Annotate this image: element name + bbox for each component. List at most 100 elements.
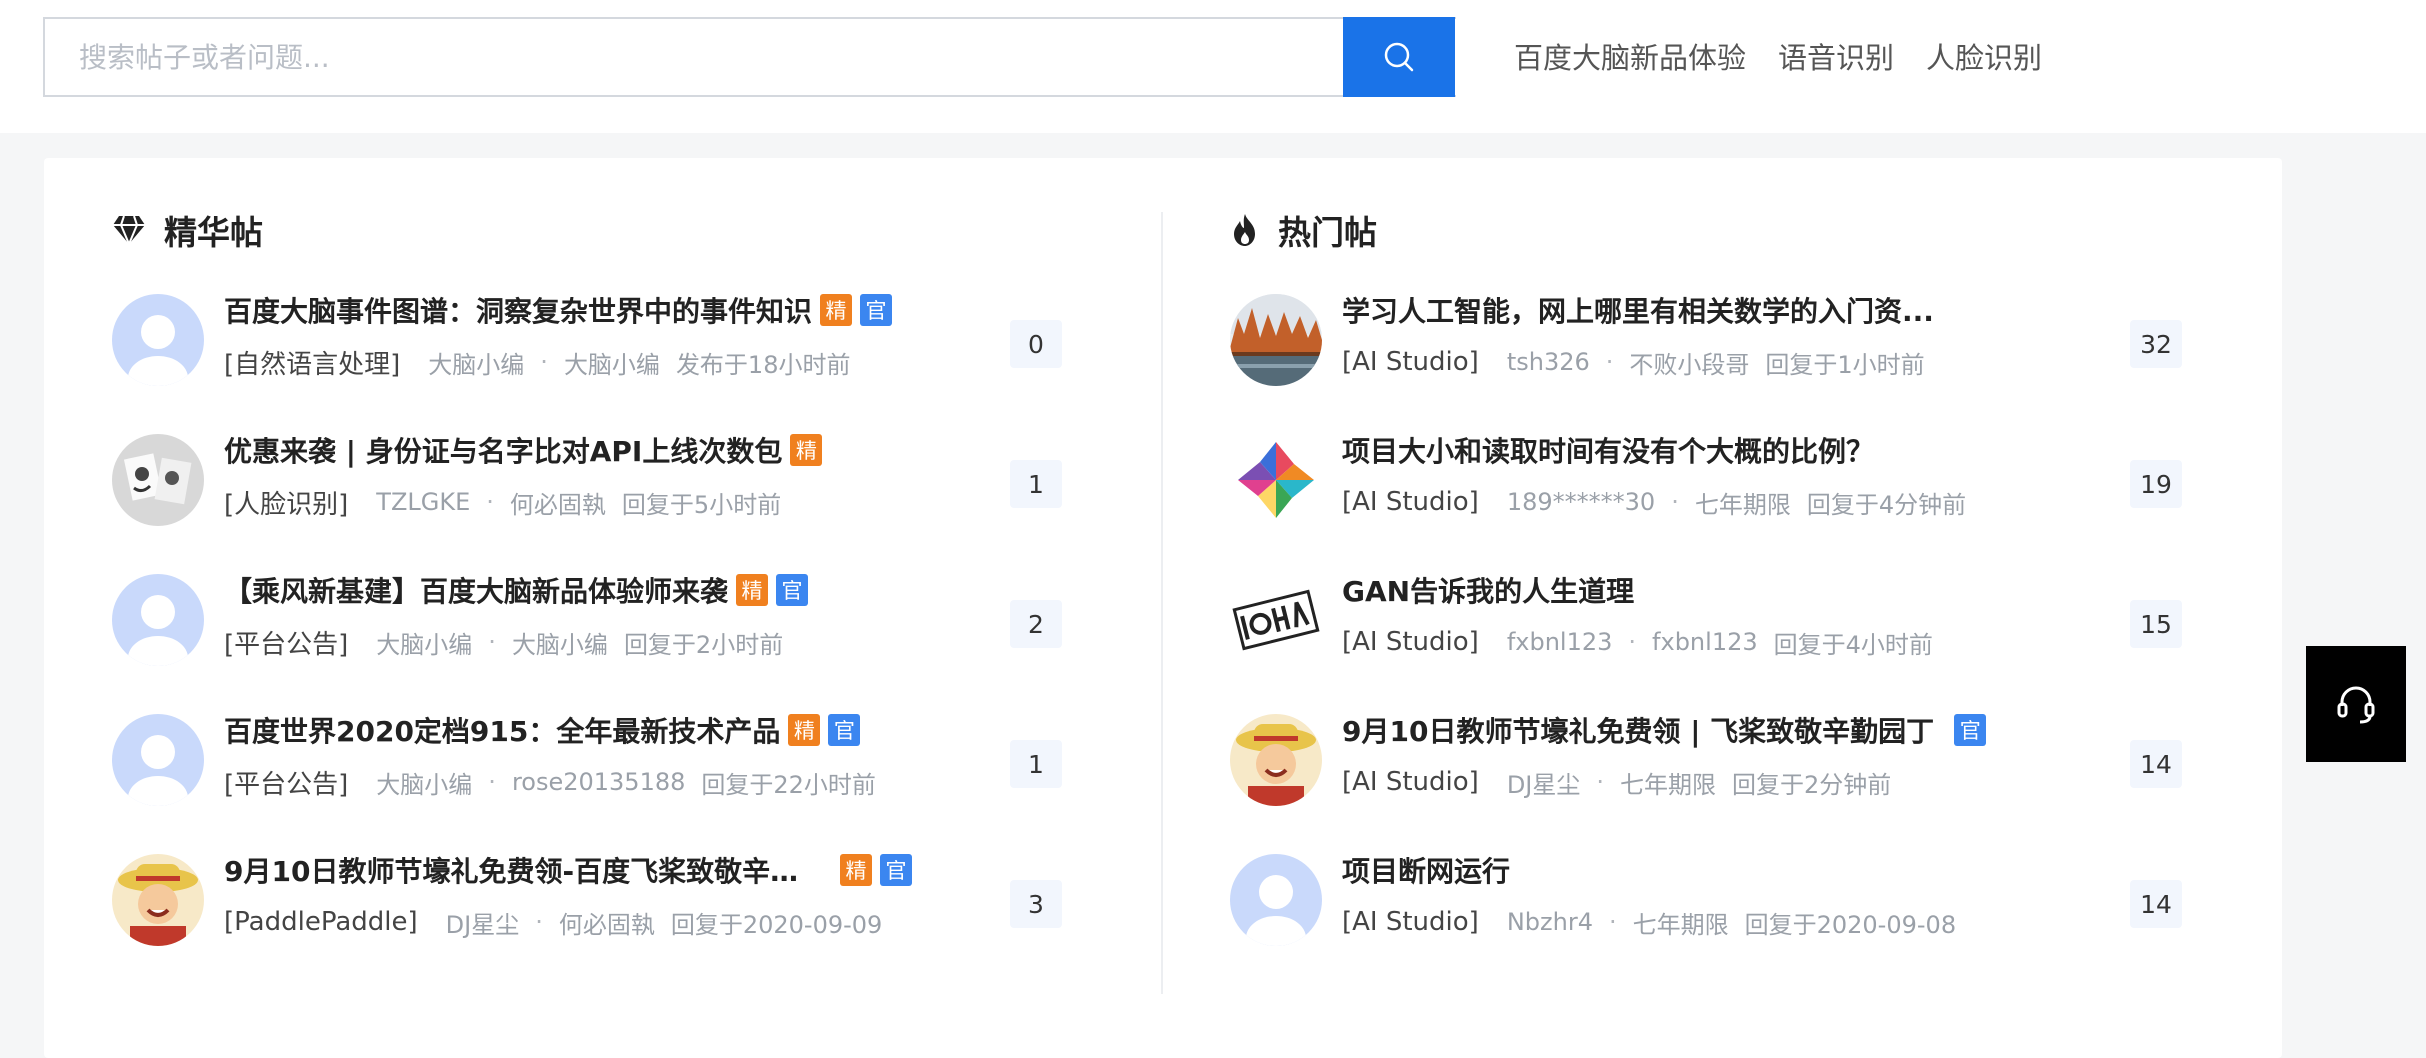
post-last-user[interactable]: 七年期限 [1620,765,1716,800]
post-category[interactable]: [平台公告] [224,624,348,661]
avatar-landscape [1230,294,1322,386]
featured-post[interactable]: 百度大脑事件图谱：洞察复杂世界中的事件知识 精 官 [自然语言处理] 大脑小编 … [112,290,1062,390]
post-time: 回复于5小时前 [621,490,782,519]
tag-featured: 精 [736,574,769,606]
post-title[interactable]: 百度大脑事件图谱：洞察复杂世界中的事件知识 [224,290,812,330]
post-time: 回复于1小时前 [1765,350,1925,379]
tag-official: 官 [776,574,809,606]
post-author[interactable]: TZLGKE [376,488,470,516]
post-time: 回复于2小时前 [623,630,784,659]
post-last-user[interactable]: 何必固執 [559,905,655,940]
hot-post[interactable]: GAN告诉我的人生道理 [AI Studio] fxbnl123 · fxbnl… [1230,570,2182,670]
meta-separator: · [1608,908,1617,936]
avatar-default [112,714,204,806]
featured-post[interactable]: 9月10日教师节壕礼免费领-百度飞桨致敬辛勤... 精 官 [PaddlePad… [112,850,1062,950]
meta-separator: · [540,348,548,376]
hot-post[interactable]: 学习人工智能，网上哪里有相关数学的入门资... [AI Studio] tsh3… [1230,290,2182,390]
post-time: 回复于2分钟前 [1732,770,1892,799]
avatar-luffy [112,854,204,946]
avatar-text-logo [1230,574,1322,666]
tag-official: 官 [880,854,912,886]
post-author[interactable]: 189******30 [1507,488,1655,516]
reply-count: 1 [1010,740,1062,788]
reply-count: 15 [2130,600,2182,648]
nav-link-new-products[interactable]: 百度大脑新品体验 [1514,35,1746,77]
reply-count: 0 [1010,320,1062,368]
search-input[interactable] [43,17,1343,97]
meta-separator: · [486,488,494,516]
post-title[interactable]: 9月10日教师节壕礼免费领 | 飞桨致敬辛勤园丁 [1342,710,1934,750]
avatar-pinwheel [1230,434,1322,526]
reply-count: 1 [1010,460,1062,508]
post-time: 回复于2020-09-09 [670,910,883,939]
featured-post[interactable]: 优惠来袭 | 身份证与名字比对API上线次数包 精 [人脸识别] TZLGKE … [112,430,1062,530]
post-category[interactable]: [平台公告] [224,764,348,801]
post-category[interactable]: [AI Studio] [1342,487,1479,517]
post-category[interactable]: [AI Studio] [1342,347,1479,377]
tag-featured: 精 [840,854,872,886]
post-time: 回复于22小时前 [701,770,876,799]
tag-featured: 精 [820,294,853,326]
featured-header: 精华帖 [112,208,263,252]
post-last-user[interactable]: rose20135188 [512,768,685,796]
hot-post[interactable]: 项目断网运行 [AI Studio] Nbzhr4 · 七年期限 回复于2020… [1230,850,2182,950]
post-category[interactable]: [AI Studio] [1342,627,1479,657]
post-title[interactable]: 项目断网运行 [1342,850,1510,890]
post-title[interactable]: 学习人工智能，网上哪里有相关数学的入门资... [1342,290,1934,330]
reply-count: 2 [1010,600,1062,648]
post-author[interactable]: DJ星尘 [446,905,520,940]
post-category[interactable]: [AI Studio] [1342,907,1479,937]
post-last-user[interactable]: 不败小段哥 [1629,345,1749,380]
avatar-default [1230,854,1322,946]
post-author[interactable]: 大脑小编 [428,345,524,380]
avatar-default [112,294,204,386]
featured-post[interactable]: 【乘风新基建】百度大脑新品体验师来袭 精 官 [平台公告] 大脑小编 · 大脑小… [112,570,1062,670]
headset-icon [2337,686,2375,724]
post-title[interactable]: 项目大小和读取时间有没有个大概的比例？ [1342,430,1874,470]
featured-title: 精华帖 [164,213,263,252]
post-last-user[interactable]: 大脑小编 [564,345,660,380]
hot-post[interactable]: 项目大小和读取时间有没有个大概的比例？ [AI Studio] 189*****… [1230,430,2182,530]
post-last-user[interactable]: fxbnl123 [1652,628,1758,656]
post-last-user[interactable]: 大脑小编 [512,625,608,660]
post-title[interactable]: 优惠来袭 | 身份证与名字比对API上线次数包 [224,430,782,470]
hot-title: 热门帖 [1278,213,1377,252]
post-title[interactable]: 百度世界2020定档915：全年最新技术产品 [224,710,780,750]
post-title[interactable]: GAN告诉我的人生道理 [1342,570,1634,610]
post-category[interactable]: [人脸识别] [224,484,348,521]
post-category[interactable]: [PaddlePaddle] [224,907,418,937]
post-author[interactable]: 大脑小编 [376,625,472,660]
customer-service-button[interactable] [2306,646,2406,762]
post-category[interactable]: [AI Studio] [1342,767,1479,797]
nav-link-speech-recognition[interactable]: 语音识别 [1778,35,1894,77]
post-author[interactable]: tsh326 [1507,348,1590,376]
column-divider [1161,212,1163,994]
post-author[interactable]: fxbnl123 [1507,628,1613,656]
reply-count: 14 [2130,740,2182,788]
hot-header: 热门帖 [1230,208,1377,252]
top-nav: 百度大脑新品体验 语音识别 人脸识别 [1514,34,2042,78]
post-title[interactable]: 【乘风新基建】百度大脑新品体验师来袭 [224,570,728,610]
meta-separator: · [1628,628,1637,656]
featured-post[interactable]: 百度世界2020定档915：全年最新技术产品 精 官 [平台公告] 大脑小编 ·… [112,710,1062,810]
tag-official: 官 [860,294,893,326]
meta-separator: · [1596,768,1605,796]
tag-featured: 精 [788,714,821,746]
post-category[interactable]: [自然语言处理] [224,344,400,381]
post-last-user[interactable]: 七年期限 [1633,905,1729,940]
nav-link-face-recognition[interactable]: 人脸识别 [1926,35,2042,77]
reply-count: 3 [1010,880,1062,928]
post-last-user[interactable]: 七年期限 [1695,485,1791,520]
post-author[interactable]: 大脑小编 [376,765,472,800]
post-author[interactable]: Nbzhr4 [1507,908,1593,936]
hot-post[interactable]: 9月10日教师节壕礼免费领 | 飞桨致敬辛勤园丁 官 [AI Studio] D… [1230,710,2182,810]
post-author[interactable]: DJ星尘 [1507,765,1581,800]
search-button[interactable] [1343,17,1455,97]
post-last-user[interactable]: 何必固執 [510,485,606,520]
post-title[interactable]: 9月10日教师节壕礼免费领-百度飞桨致敬辛勤... [224,850,814,890]
meta-separator: · [488,628,496,656]
post-time: 回复于4小时前 [1773,630,1933,659]
diamond-icon [113,215,145,246]
reply-count: 32 [2130,320,2182,368]
post-time: 发布于18小时前 [675,350,851,379]
